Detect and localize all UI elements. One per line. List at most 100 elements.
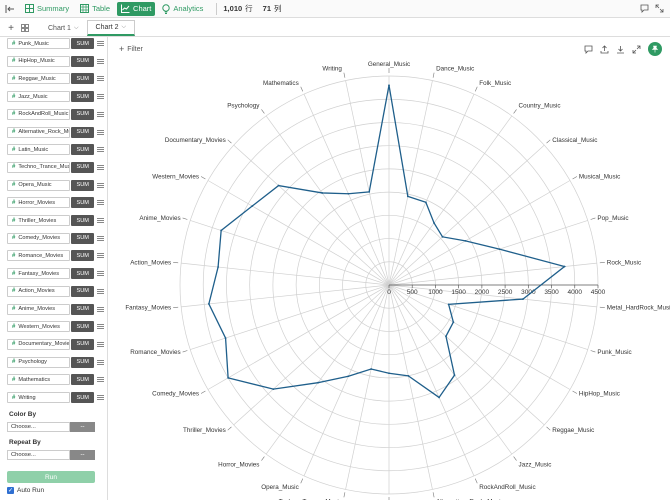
aggregation-button[interactable]: SUM	[71, 179, 95, 191]
field-row[interactable]: # HipHop_Music SUM	[7, 55, 104, 67]
tab-chart-2[interactable]: Chart 2 ⌵	[86, 20, 136, 36]
drag-handle-icon[interactable]	[97, 395, 104, 400]
aggregation-button[interactable]: SUM	[71, 215, 95, 226]
aggregation-button[interactable]: SUM	[71, 55, 95, 67]
tab-list-icon[interactable]	[18, 20, 32, 36]
aggregation-button[interactable]: SUM	[71, 285, 95, 297]
repeat-by-dropdown[interactable]: --	[70, 450, 95, 460]
drag-handle-icon[interactable]	[97, 271, 104, 277]
drag-handle-icon[interactable]	[97, 41, 104, 46]
data-point[interactable]	[217, 266, 219, 268]
maximize-icon[interactable]	[655, 4, 664, 13]
data-point[interactable]	[464, 239, 467, 242]
drag-handle-icon[interactable]	[97, 377, 104, 383]
field-row[interactable]: # Romance_Movies SUM	[7, 250, 104, 262]
field-pill[interactable]: # Western_Movies	[7, 321, 71, 333]
data-point[interactable]	[317, 381, 319, 384]
field-pill[interactable]: # Psychology	[7, 356, 71, 368]
analytics-button[interactable]: Analytics	[158, 2, 207, 16]
tab-chart-1[interactable]: Chart 1 ⌵	[40, 20, 87, 36]
aggregation-button[interactable]: SUM	[71, 161, 95, 173]
aggregation-button[interactable]: SUM	[71, 321, 95, 333]
field-pill[interactable]: # Fantasy_Movies	[7, 268, 71, 280]
drag-handle-icon[interactable]	[97, 359, 104, 365]
drag-handle-icon[interactable]	[97, 288, 104, 294]
color-by-input[interactable]: Choose...	[7, 422, 70, 432]
collapse-sidebar-icon[interactable]	[5, 4, 15, 14]
drag-handle-icon[interactable]	[97, 182, 104, 188]
field-pill[interactable]: # Anime_Movies	[7, 303, 71, 315]
field-row[interactable]: # Psychology SUM	[7, 356, 104, 368]
data-point[interactable]	[407, 374, 410, 377]
field-row[interactable]: # Opera_Music SUM	[7, 179, 104, 191]
data-point[interactable]	[424, 201, 427, 204]
drag-handle-icon[interactable]	[97, 235, 104, 241]
drag-handle-icon[interactable]	[97, 76, 104, 82]
aggregation-button[interactable]: SUM	[71, 356, 95, 368]
data-point[interactable]	[445, 335, 447, 338]
data-point[interactable]	[207, 303, 210, 305]
field-row[interactable]: # Latin_Music SUM	[7, 144, 104, 156]
data-point[interactable]	[447, 303, 450, 306]
field-pill[interactable]: # Comedy_Movies	[7, 232, 71, 244]
aggregation-button[interactable]: SUM	[71, 338, 95, 350]
field-pill[interactable]: # Latin_Music	[7, 144, 71, 156]
data-point[interactable]	[272, 388, 275, 391]
drag-handle-icon[interactable]	[97, 111, 104, 117]
field-pill[interactable]: # HipHop_Music	[7, 55, 71, 67]
data-point[interactable]	[370, 368, 373, 370]
data-point[interactable]	[453, 374, 456, 377]
field-row[interactable]: # Writing SUM	[7, 392, 104, 403]
field-row[interactable]: # Documentary_Movies SUM	[7, 338, 104, 350]
field-pill[interactable]: # Writing	[7, 392, 71, 403]
data-point[interactable]	[251, 205, 254, 207]
data-point[interactable]	[347, 192, 350, 195]
field-pill[interactable]: # Punk_Music	[7, 38, 71, 49]
aggregation-button[interactable]: SUM	[71, 303, 95, 315]
aggregation-button[interactable]: SUM	[71, 392, 95, 403]
drag-handle-icon[interactable]	[97, 306, 104, 312]
drag-handle-icon[interactable]	[97, 218, 104, 223]
field-pill[interactable]: # Mathematics	[7, 374, 71, 386]
field-pill[interactable]: # Jazz_Music	[7, 91, 71, 103]
data-point[interactable]	[277, 184, 280, 187]
data-point[interactable]	[368, 190, 371, 193]
field-pill[interactable]: #Alternative_Rock_Music	[7, 126, 71, 138]
drag-handle-icon[interactable]	[97, 129, 104, 135]
field-row[interactable]: # RockAndRoll_Music SUM	[7, 108, 104, 120]
share-icon[interactable]	[600, 44, 609, 54]
color-by-dropdown[interactable]: --	[70, 422, 95, 432]
field-row[interactable]: # Western_Movies SUM	[7, 321, 104, 333]
aggregation-button[interactable]: SUM	[71, 73, 95, 85]
drag-handle-icon[interactable]	[97, 58, 104, 64]
comment-icon[interactable]	[640, 4, 649, 13]
data-point[interactable]	[388, 84, 390, 87]
add-tab-icon[interactable]: +	[4, 20, 18, 36]
chart-button[interactable]: Chart	[117, 1, 156, 16]
drag-handle-icon[interactable]	[97, 324, 104, 330]
data-point[interactable]	[220, 229, 223, 232]
drag-handle-icon[interactable]	[97, 200, 104, 206]
auto-run-toggle[interactable]: ✓ Auto Run	[7, 487, 44, 494]
expand-icon[interactable]	[632, 45, 641, 54]
aggregation-button[interactable]: SUM	[71, 268, 95, 280]
checkbox-checked-icon[interactable]: ✓	[7, 487, 14, 494]
run-button[interactable]: Run	[7, 471, 95, 483]
data-point[interactable]	[441, 235, 444, 238]
field-row[interactable]: # Comedy_Movies SUM	[7, 232, 104, 244]
field-row[interactable]: # Action_Movies SUM	[7, 285, 104, 297]
aggregation-button[interactable]: SUM	[71, 250, 95, 262]
aggregation-button[interactable]: SUM	[71, 91, 95, 103]
download-icon[interactable]	[616, 45, 625, 54]
field-pill[interactable]: # Documentary_Movies	[7, 338, 71, 350]
field-pill[interactable]: # Techno_Trance_Music	[7, 161, 71, 173]
repeat-by-select[interactable]: Choose... --	[7, 450, 95, 460]
field-pill[interactable]: # RockAndRoll_Music	[7, 108, 71, 120]
drag-handle-icon[interactable]	[97, 147, 104, 153]
comment-icon[interactable]	[584, 45, 593, 54]
field-row[interactable]: # Anime_Movies SUM	[7, 303, 104, 315]
aggregation-button[interactable]: SUM	[71, 38, 95, 49]
data-point[interactable]	[224, 337, 227, 340]
summary-button[interactable]: Summary	[21, 2, 73, 16]
field-pill[interactable]: # Opera_Music	[7, 179, 71, 191]
